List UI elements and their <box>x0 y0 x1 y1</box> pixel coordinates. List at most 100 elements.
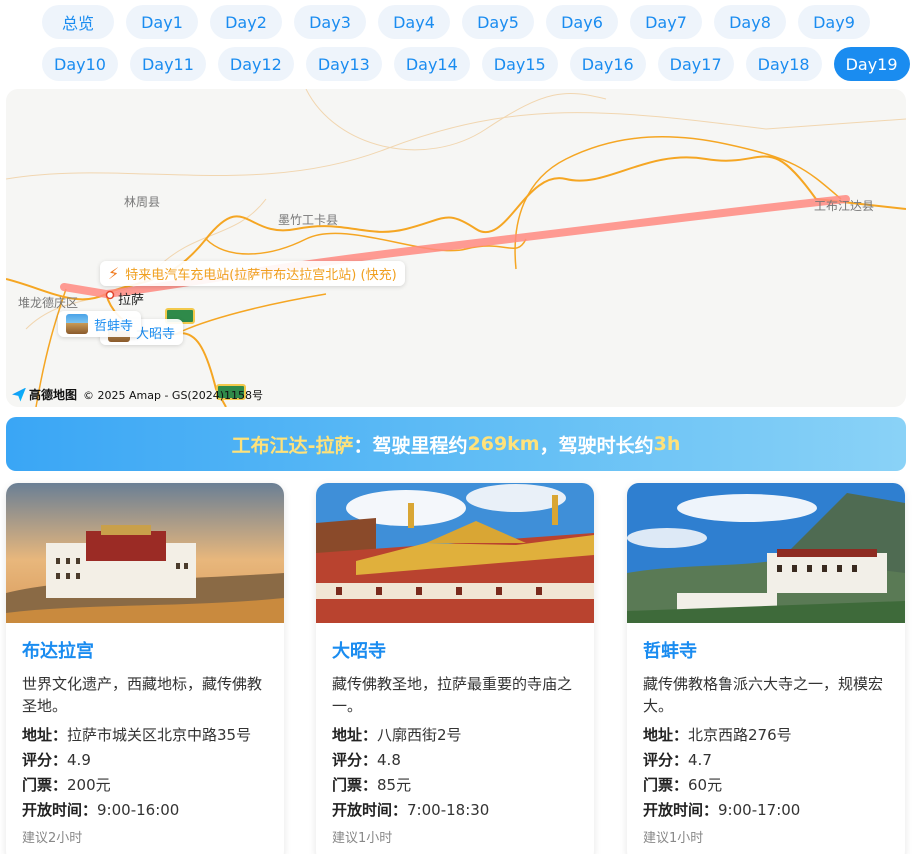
tab-day13[interactable]: Day13 <box>305 47 382 81</box>
boundary-line <box>6 112 906 180</box>
attraction-address: 地址：拉萨市城关区北京中路35号 <box>22 723 268 748</box>
drepung-monastery-photo <box>627 483 905 623</box>
suggested-duration: 建议1小时 <box>332 831 393 846</box>
attraction-ticket: 门票：200元 <box>22 773 268 798</box>
attraction-rating: 评分：4.9 <box>22 748 268 773</box>
tab-day3[interactable]: Day3 <box>294 5 366 39</box>
rating-label: 评分： <box>22 751 68 769</box>
potala-palace-image <box>6 483 284 623</box>
poi-dazhao-label: 大昭寺 <box>136 326 176 342</box>
poi-zhebang-temple[interactable]: 哲蚌寺 <box>58 311 142 337</box>
amap-logo-text: 高德地图 <box>29 388 78 402</box>
attraction-ticket: 门票：85元 <box>332 773 578 798</box>
lasa-city-dot <box>105 290 115 300</box>
address-label: 地址： <box>643 726 689 744</box>
tab-overview[interactable]: 总览 <box>42 5 114 39</box>
tab-day18[interactable]: Day18 <box>745 47 822 81</box>
map-label-gongbujiangda: 工布江达县 <box>814 199 875 213</box>
route-name: 工布江达-拉萨 <box>231 434 354 457</box>
attraction-description: 世界文化遗产，西藏地标，藏传佛教圣地。 <box>22 675 263 715</box>
day-tabs-row-2: Day10 Day11 Day12 Day13 Day14 Day15 Day1… <box>42 47 910 81</box>
route-distance: 269km <box>467 433 540 455</box>
map-footer: 高德地图 © 2025 Amap - GS(2024)1158号 <box>12 386 263 403</box>
jokhang-temple-image <box>316 483 594 623</box>
address-label: 地址： <box>332 726 378 744</box>
ticket-label: 门票： <box>22 776 68 794</box>
tab-day5[interactable]: Day5 <box>462 5 534 39</box>
tab-day7[interactable]: Day7 <box>630 5 702 39</box>
duration-prefix: ，驾驶时长约 <box>539 434 654 457</box>
attraction-hours: 开放时间：7:00-18:30 <box>332 798 578 823</box>
tab-day16[interactable]: Day16 <box>569 47 646 81</box>
attraction-rating: 评分：4.8 <box>332 748 578 773</box>
rating-value: 4.9 <box>67 751 91 769</box>
route-duration: 3h <box>653 433 681 455</box>
address-value: 八廓西街2号 <box>377 726 462 744</box>
tab-day2[interactable]: Day2 <box>210 5 282 39</box>
temple-thumbnail-icon <box>66 314 88 334</box>
highway-road <box>175 293 327 335</box>
tab-day6[interactable]: Day6 <box>546 5 618 39</box>
map-label-mozhugongka: 墨竹工卡县 <box>278 213 339 227</box>
day-tabs-row-1: 总览 Day1 Day2 Day3 Day4 Day5 Day6 Day7 Da… <box>42 5 870 39</box>
attraction-card[interactable]: 大昭寺 藏传佛教圣地，拉萨最重要的寺庙之一。 地址：八廓西街2号 评分：4.8 … <box>316 483 594 854</box>
rating-value: 4.8 <box>377 751 401 769</box>
address-value: 拉萨市城关区北京中路35号 <box>67 726 252 744</box>
hours-label: 开放时间： <box>22 801 98 819</box>
tab-day12[interactable]: Day12 <box>217 47 294 81</box>
route-map[interactable]: 林周县 墨竹工卡县 工布江达县 堆龙德庆区 拉萨 ⚡ 特来电汽车充电站(拉萨市布… <box>6 89 906 407</box>
tab-day17[interactable]: Day17 <box>657 47 734 81</box>
tab-day1[interactable]: Day1 <box>126 5 198 39</box>
hours-value: 9:00-17:00 <box>718 801 801 819</box>
route-summary-banner: 工布江达-拉萨 ：驾驶里程约 269km ，驾驶时长约 3h <box>6 417 906 471</box>
tab-day10[interactable]: Day10 <box>42 47 118 81</box>
map-label-lasa: 拉萨 <box>118 293 145 308</box>
tab-day8[interactable]: Day8 <box>714 5 786 39</box>
tab-day11[interactable]: Day11 <box>129 47 206 81</box>
hours-value: 9:00-16:00 <box>97 801 180 819</box>
potala-palace-photo <box>6 483 284 623</box>
tab-day19[interactable]: Day19 <box>833 47 910 81</box>
suggested-duration: 建议2小时 <box>22 831 83 846</box>
charging-station-label: 特来电汽车充电站(拉萨市布达拉宫北站) (快充) <box>125 268 397 283</box>
tab-day4[interactable]: Day4 <box>378 5 450 39</box>
tab-day14[interactable]: Day14 <box>393 47 470 81</box>
map-label-duilongdeqing: 堆龙德庆区 <box>18 296 79 310</box>
boundary-line <box>305 89 607 151</box>
attraction-ticket: 门票：60元 <box>643 773 889 798</box>
tab-day15[interactable]: Day15 <box>481 47 558 81</box>
attraction-card[interactable]: 哲蚌寺 藏传佛教格鲁派六大寺之一，规模宏大。 地址：北京西路276号 评分：4.… <box>627 483 905 854</box>
hours-value: 7:00-18:30 <box>407 801 490 819</box>
drepung-monastery-image <box>627 483 905 623</box>
hours-label: 开放时间： <box>643 801 719 819</box>
attraction-description: 藏传佛教圣地，拉萨最重要的寺庙之一。 <box>332 675 573 715</box>
ticket-label: 门票： <box>643 776 689 794</box>
ticket-value: 60元 <box>688 776 723 794</box>
attraction-cards: 布达拉宫 世界文化遗产，西藏地标，藏传佛教圣地。 地址：拉萨市城关区北京中路35… <box>6 483 906 854</box>
amap-logo-icon <box>12 387 26 402</box>
tab-day9[interactable]: Day9 <box>798 5 870 39</box>
map-canvas <box>6 89 906 407</box>
attraction-address: 地址：八廓西街2号 <box>332 723 578 748</box>
attraction-rating: 评分：4.7 <box>643 748 889 773</box>
jokhang-temple-photo <box>316 483 594 623</box>
charging-station-poi[interactable]: ⚡ 特来电汽车充电站(拉萨市布达拉宫北站) (快充) <box>100 261 405 286</box>
attraction-name[interactable]: 布达拉宫 <box>22 637 268 663</box>
attraction-hours: 开放时间：9:00-16:00 <box>22 798 268 823</box>
rating-value: 4.7 <box>688 751 712 769</box>
attraction-card[interactable]: 布达拉宫 世界文化遗产，西藏地标，藏传佛教圣地。 地址：拉萨市城关区北京中路35… <box>6 483 284 854</box>
attraction-hours: 开放时间：9:00-17:00 <box>643 798 889 823</box>
ticket-value: 85元 <box>377 776 412 794</box>
rating-label: 评分： <box>643 751 689 769</box>
lightning-icon: ⚡ <box>108 264 120 283</box>
amap-logo: 高德地图 <box>12 386 77 403</box>
hours-label: 开放时间： <box>332 801 408 819</box>
distance-prefix: ：驾驶里程约 <box>353 434 468 457</box>
attraction-name[interactable]: 哲蚌寺 <box>643 637 889 663</box>
attraction-name[interactable]: 大昭寺 <box>332 637 578 663</box>
address-label: 地址： <box>22 726 68 744</box>
map-copyright: © 2025 Amap - GS(2024)1158号 <box>83 388 264 402</box>
attraction-description: 藏传佛教格鲁派六大寺之一，规模宏大。 <box>643 675 884 715</box>
attraction-address: 地址：北京西路276号 <box>643 723 889 748</box>
rating-label: 评分： <box>332 751 378 769</box>
